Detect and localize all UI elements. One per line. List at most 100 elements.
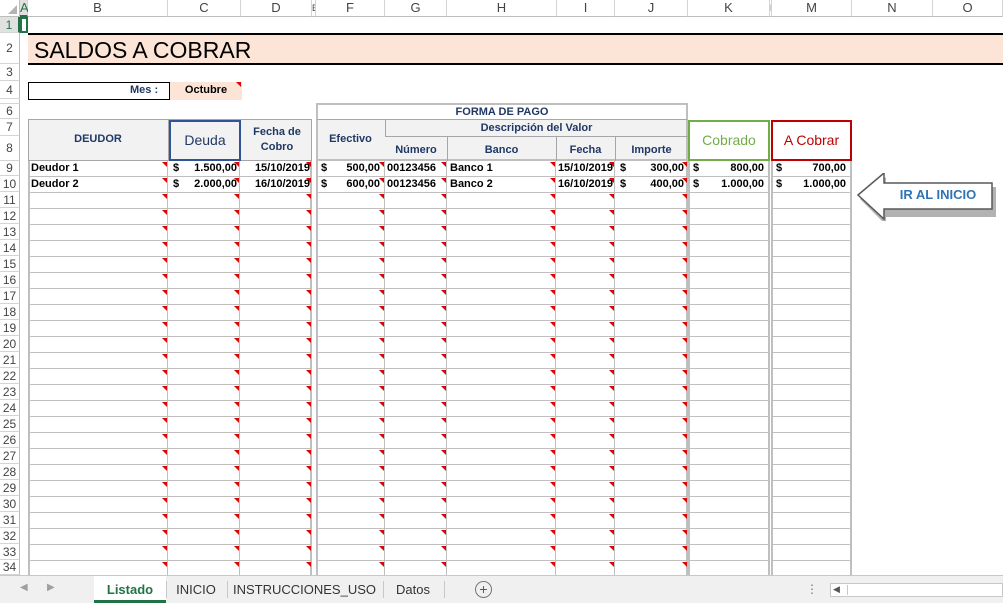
table-cell[interactable] xyxy=(240,321,312,337)
table-cell[interactable] xyxy=(556,241,615,257)
table-cell[interactable] xyxy=(168,209,240,225)
table-cell[interactable] xyxy=(771,369,852,385)
row-header-20[interactable]: 20 xyxy=(0,336,20,352)
table-cell[interactable] xyxy=(615,209,688,225)
row-header-24[interactable]: 24 xyxy=(0,400,20,416)
table-cell[interactable] xyxy=(688,193,770,209)
table-cell[interactable] xyxy=(688,337,770,353)
table-cell[interactable] xyxy=(168,545,240,561)
table-cell[interactable] xyxy=(447,353,556,369)
table-cell[interactable] xyxy=(316,337,385,353)
table-cell[interactable] xyxy=(447,529,556,545)
table-cell[interactable] xyxy=(28,497,168,513)
table-cell[interactable] xyxy=(28,305,168,321)
table-cell[interactable] xyxy=(168,497,240,513)
table-cell[interactable] xyxy=(240,353,312,369)
table-cell[interactable] xyxy=(28,433,168,449)
table-cell[interactable] xyxy=(615,545,688,561)
table-cell[interactable] xyxy=(688,369,770,385)
column-header-a[interactable]: A xyxy=(20,0,29,17)
row-header-12[interactable]: 12 xyxy=(0,208,20,224)
table-cell[interactable] xyxy=(615,305,688,321)
table-cell[interactable] xyxy=(316,353,385,369)
row-header-25[interactable]: 25 xyxy=(0,416,20,432)
table-cell[interactable] xyxy=(556,545,615,561)
table-cell[interactable] xyxy=(688,497,770,513)
table-cell[interactable] xyxy=(771,417,852,433)
row-header-33[interactable]: 33 xyxy=(0,544,20,560)
row-header-22[interactable]: 22 xyxy=(0,368,20,384)
table-cell[interactable] xyxy=(28,225,168,241)
scroll-tabs-right-icon[interactable]: ▶ xyxy=(47,582,55,593)
table-cell[interactable] xyxy=(240,449,312,465)
table-cell[interactable] xyxy=(385,257,447,273)
column-header-o[interactable]: O xyxy=(933,0,1003,17)
table-cell[interactable] xyxy=(771,241,852,257)
table-cell[interactable] xyxy=(556,529,615,545)
table-cell[interactable] xyxy=(771,225,852,241)
table-cell[interactable] xyxy=(240,385,312,401)
table-cell[interactable] xyxy=(688,209,770,225)
row-header-19[interactable]: 19 xyxy=(0,320,20,336)
table-cell[interactable] xyxy=(688,321,770,337)
table-cell[interactable] xyxy=(771,401,852,417)
table-cell[interactable] xyxy=(168,433,240,449)
column-header-m[interactable]: M xyxy=(772,0,852,17)
table-cell[interactable] xyxy=(771,273,852,289)
table-cell[interactable] xyxy=(771,209,852,225)
table-cell[interactable] xyxy=(688,305,770,321)
table-cell[interactable] xyxy=(316,289,385,305)
table-cell[interactable] xyxy=(168,529,240,545)
row-header-2[interactable]: 2 xyxy=(0,33,20,64)
table-cell[interactable] xyxy=(556,289,615,305)
table-cell[interactable] xyxy=(556,497,615,513)
table-cell[interactable] xyxy=(316,465,385,481)
table-cell[interactable] xyxy=(447,273,556,289)
table-cell[interactable] xyxy=(615,241,688,257)
table-cell[interactable] xyxy=(168,449,240,465)
table-cell[interactable] xyxy=(688,385,770,401)
table-cell[interactable] xyxy=(688,529,770,545)
tab-instrucciones-uso[interactable]: INSTRUCCIONES_USO xyxy=(228,576,381,603)
table-cell[interactable] xyxy=(28,385,168,401)
table-cell[interactable] xyxy=(771,337,852,353)
table-cell[interactable] xyxy=(556,273,615,289)
table-cell[interactable] xyxy=(615,401,688,417)
table-cell[interactable] xyxy=(615,417,688,433)
row-header-6[interactable]: 6 xyxy=(0,104,20,119)
table-cell[interactable] xyxy=(447,369,556,385)
table-cell[interactable] xyxy=(556,353,615,369)
add-sheet-icon[interactable]: + xyxy=(475,581,492,598)
table-cell[interactable] xyxy=(447,417,556,433)
row-header-18[interactable]: 18 xyxy=(0,304,20,320)
table-cell[interactable] xyxy=(28,545,168,561)
column-header-b[interactable]: B xyxy=(28,0,168,17)
row-header-32[interactable]: 32 xyxy=(0,528,20,544)
column-header-i[interactable]: I xyxy=(557,0,615,17)
table-cell[interactable] xyxy=(556,257,615,273)
table-cell[interactable] xyxy=(316,225,385,241)
table-cell[interactable] xyxy=(385,465,447,481)
table-cell[interactable] xyxy=(168,385,240,401)
table-cell[interactable] xyxy=(385,337,447,353)
table-cell[interactable] xyxy=(316,401,385,417)
table-cell[interactable] xyxy=(240,289,312,305)
row-header-23[interactable]: 23 xyxy=(0,384,20,400)
tab-split-handle-icon[interactable]: ⋮ xyxy=(806,582,818,596)
table-cell[interactable] xyxy=(240,241,312,257)
row-header-17[interactable]: 17 xyxy=(0,288,20,304)
table-cell[interactable] xyxy=(240,529,312,545)
table-cell[interactable] xyxy=(447,289,556,305)
table-cell[interactable] xyxy=(385,305,447,321)
ir-al-inicio-button[interactable]: IR AL INICIO xyxy=(856,171,998,225)
row-header-3[interactable]: 3 xyxy=(0,64,20,81)
table-cell[interactable] xyxy=(688,257,770,273)
row-header-34[interactable]: 34 xyxy=(0,560,20,575)
table-cell[interactable] xyxy=(168,225,240,241)
column-header-d[interactable]: D xyxy=(241,0,312,17)
table-cell[interactable] xyxy=(447,305,556,321)
table-cell[interactable] xyxy=(447,385,556,401)
table-cell[interactable] xyxy=(688,513,770,529)
table-cell[interactable] xyxy=(771,257,852,273)
table-cell[interactable] xyxy=(556,337,615,353)
